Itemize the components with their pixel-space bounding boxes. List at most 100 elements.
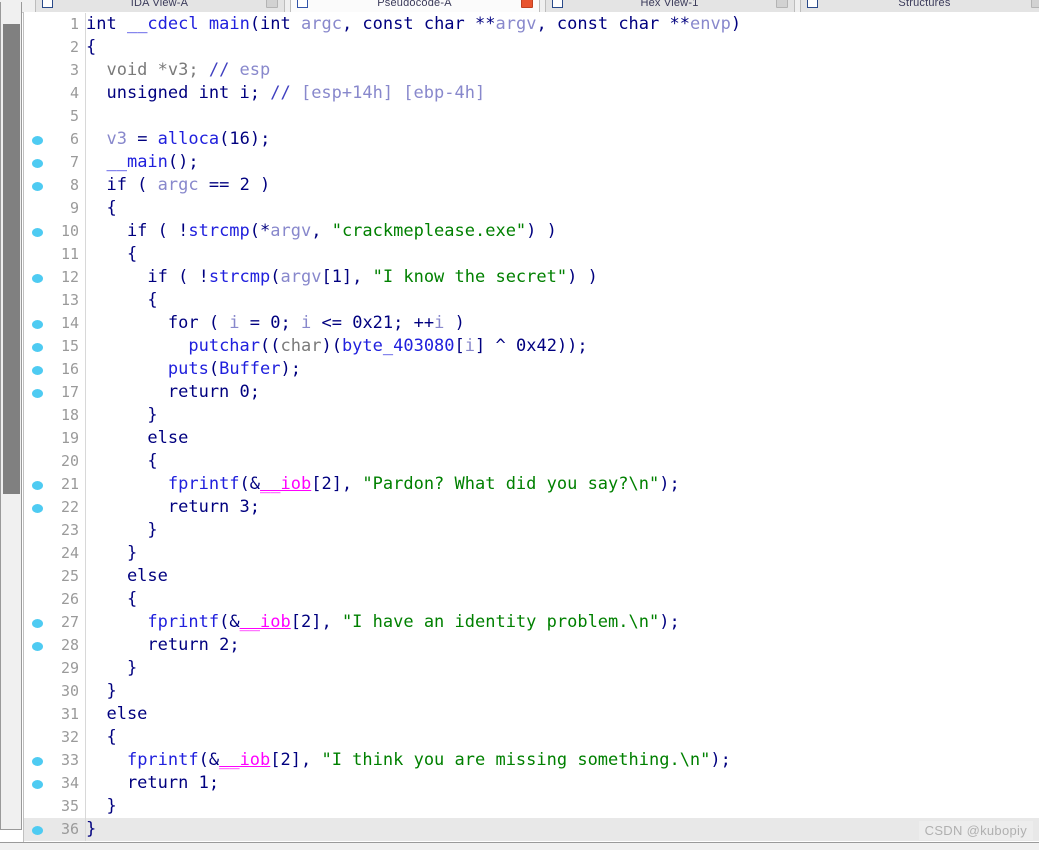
code-line[interactable]: 4 unsigned int i; // [esp+14h] [ebp-4h] [24,82,1039,105]
code-line[interactable]: 8 if ( argc == 2 ) [24,174,1039,197]
token-kw: (& [198,750,220,770]
token-fn: alloca [157,129,220,149]
token-kw [199,14,209,34]
token-var: i [464,336,476,356]
token-kw: ; ++ [393,313,435,333]
token-kw: unsigned int i; [86,83,271,103]
code-line[interactable]: 36} [24,818,1039,841]
line-number: 15 [24,335,86,358]
line-number: 1 [24,13,86,36]
tab-hex-view-1[interactable]: Hex View-1 [545,0,795,12]
code-line[interactable]: 26 { [24,588,1039,611]
code-line[interactable]: 14 for ( i = 0; i <= 0x21; ++i ) [24,312,1039,335]
token-kw: == [198,175,240,195]
code-line[interactable]: 9 { [24,197,1039,220]
token-str: "I think you are missing something.\n" [321,750,711,770]
tab-structures[interactable]: Structures [800,0,1039,12]
token-kw: ; [229,635,240,655]
code-line[interactable]: 22 return 3; [24,496,1039,519]
token-kw: (& [219,612,240,632]
code-line[interactable]: 11 { [24,243,1039,266]
code-line[interactable]: 30 } [24,680,1039,703]
token-kw: = [239,313,271,333]
token-kw: } [86,543,138,563]
code-line[interactable]: 35 } [24,795,1039,818]
tab-ida-view-a[interactable]: IDA View-A [35,0,285,12]
token-kw: int [86,14,127,34]
code-text: if ( argc == 2 ) [86,174,270,197]
line-number: 24 [24,542,86,565]
code-line[interactable]: 32 { [24,726,1039,749]
code-line[interactable]: 27 fprintf(&__iob[2], "I have an identit… [24,611,1039,634]
token-var: i [229,313,240,333]
code-line[interactable]: 25 else [24,565,1039,588]
code-line[interactable]: 10 if ( !strcmp(*argv, "crackmeplease.ex… [24,220,1039,243]
token-str: "crackmeplease.exe" [331,221,527,241]
code-line[interactable]: 23 } [24,519,1039,542]
code-text: } [86,818,96,841]
code-line[interactable]: 29 } [24,657,1039,680]
code-line[interactable]: 15 putchar((char)(byte_403080[i] ^ 0x42)… [24,335,1039,358]
code-line[interactable]: 2{ [24,36,1039,59]
code-text: if ( !strcmp(*argv, "crackmeplease.exe")… [86,220,557,243]
code-line[interactable]: 7 __main(); [24,151,1039,174]
code-line[interactable]: 34 return 1; [24,772,1039,795]
token-kw: { [86,290,158,310]
token-var: i [434,313,445,333]
scrollbar-thumb[interactable] [3,24,20,494]
code-text: return 0; [86,381,260,404]
code-line[interactable]: 3 void *v3; // esp [24,59,1039,82]
code-line[interactable]: 16 puts(Buffer); [24,358,1039,381]
line-number: 4 [24,82,86,105]
code-line[interactable]: 20 { [24,450,1039,473]
token-glob: Buffer [219,359,281,379]
token-cmtm: // [270,83,301,103]
close-icon[interactable] [521,0,533,8]
close-icon[interactable] [1030,0,1039,8]
token-kw: ); [659,612,680,632]
token-impu: __iob [219,750,271,770]
code-line[interactable]: 19 else [24,427,1039,450]
line-number: 12 [24,266,86,289]
code-line[interactable]: 33 fprintf(&__iob[2], "I think you are m… [24,749,1039,772]
token-kw [86,152,106,172]
code-line[interactable]: 18 } [24,404,1039,427]
token-typ: void *v3; [86,60,209,80]
token-glob: byte_403080 [341,336,455,356]
token-num: 1 [198,773,209,793]
code-line[interactable]: 1 int __cdecl main(int argc, const char *… [24,13,1039,36]
token-impu: __iob [260,474,312,494]
code-text: { [86,289,158,312]
tab-pseudocode-a[interactable]: Pseudocode-A [290,0,540,12]
code-text: } [86,519,157,542]
code-line[interactable]: 31 else [24,703,1039,726]
token-kw: ); [249,129,271,149]
window-icon [42,0,53,8]
code-text: int __cdecl main(int argc, const char **… [86,13,741,36]
line-number: 8 [24,174,86,197]
close-icon[interactable] [775,0,788,8]
code-line[interactable]: 28 return 2; [24,634,1039,657]
code-line[interactable]: 5 [24,105,1039,128]
token-str: "I have an identity problem.\n" [341,612,660,632]
tab-label: Structures [898,0,951,9]
token-kw: ) [730,14,742,34]
code-line[interactable]: 17 return 0; [24,381,1039,404]
token-fn: __main [106,152,168,172]
code-line[interactable]: 24 } [24,542,1039,565]
token-kw: (int [249,14,301,34]
code-text: unsigned int i; // [esp+14h] [ebp-4h] [86,82,485,105]
code-line[interactable]: 12 if ( !strcmp(argv[1], "I know the sec… [24,266,1039,289]
code-line[interactable]: 6 v3 = alloca(16); [24,128,1039,151]
code-line[interactable]: 13 { [24,289,1039,312]
code-line[interactable]: 21 fprintf(&__iob[2], "Pardon? What did … [24,473,1039,496]
vertical-scrollbar[interactable] [0,2,22,830]
code-text: if ( !strcmp(argv[1], "I know the secret… [86,266,597,289]
token-kw: { [86,198,117,218]
close-icon[interactable] [266,0,278,8]
token-kw: else [86,566,168,586]
token-str: "I know the secret" [372,267,568,287]
pseudocode-editor[interactable]: 1 int __cdecl main(int argc, const char *… [23,12,1039,842]
token-num: 2 [239,175,250,195]
token-kw: [2], [311,474,363,494]
